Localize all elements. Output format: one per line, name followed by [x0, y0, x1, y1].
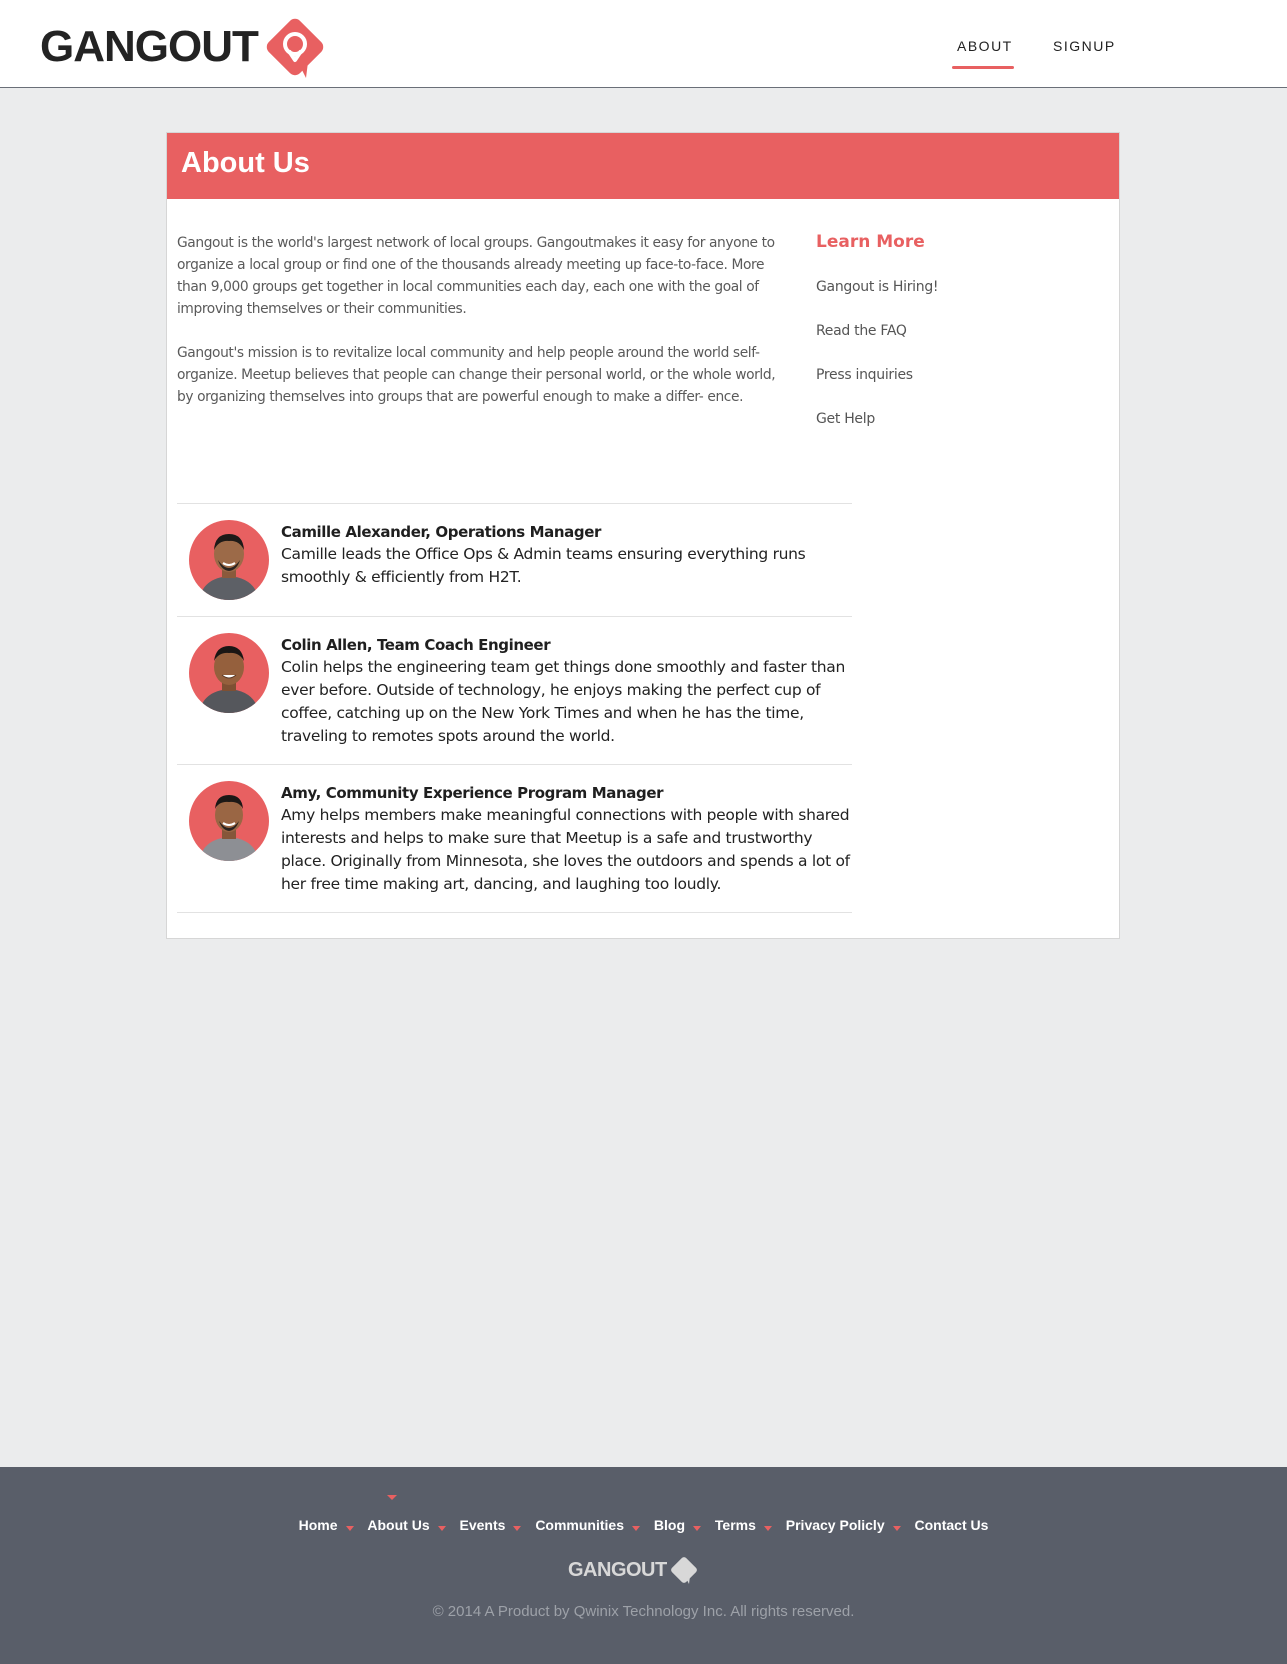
member-description: Camille leads the Office Ops & Admin tea… [281, 545, 806, 586]
person-avatar-icon [199, 646, 259, 713]
site-footer: Home About Us Events Communities Blog Te… [0, 1467, 1287, 1664]
footer-link-blog[interactable]: Blog [654, 1517, 685, 1533]
member-name: Amy, Community Experience Program Manage… [281, 784, 664, 802]
member-name: Colin Allen, Team Coach Engineer [281, 636, 551, 654]
copyright-text: © 2014 A Product by Qwinix Technology In… [432, 1603, 855, 1620]
caret-down-icon [437, 1525, 446, 1531]
caret-down-icon [632, 1525, 640, 1531]
footer-logo-text: GANGOUT [568, 1558, 667, 1581]
footer-link-communities[interactable]: Communities [535, 1517, 624, 1533]
nav-about-link[interactable]: ABOUT [957, 38, 1013, 54]
learn-more-title: Learn More [816, 232, 925, 252]
caret-down-icon [892, 1525, 901, 1531]
page-title: About Us [181, 147, 310, 179]
team-member: Camille Alexander, Operations Manager Ca… [177, 503, 852, 616]
nav-signup-link[interactable]: SIGNUP [1053, 38, 1116, 54]
member-name: Camille Alexander, Operations Manager [281, 523, 601, 541]
footer-nav: Home About Us Events Communities Blog Te… [0, 1517, 1287, 1533]
intro-text: Gangout is the world's largest network o… [177, 232, 793, 430]
footer-link-contact-us[interactable]: Contact Us [915, 1517, 989, 1533]
location-pin-icon [670, 1557, 697, 1584]
footer-link-terms[interactable]: Terms [715, 1517, 756, 1533]
member-description: Colin helps the engineering team get thi… [281, 658, 846, 745]
footer-link-home[interactable]: Home [299, 1517, 338, 1533]
active-nav-indicator [952, 66, 1014, 69]
caret-down-icon [513, 1525, 522, 1531]
site-header: GANGOUT ABOUT SIGNUP [0, 0, 1287, 88]
team-list: Camille Alexander, Operations Manager Ca… [177, 503, 852, 913]
footer-logo[interactable]: GANGOUT [568, 1555, 699, 1585]
mission-paragraph: Gangout's mission is to revitalize local… [177, 345, 776, 405]
member-description: Amy helps members make meaningful connec… [281, 806, 850, 893]
avatar [189, 633, 269, 713]
caret-down-icon [387, 1495, 397, 1500]
footer-link-privacy-policy[interactable]: Privacy Policly [786, 1517, 885, 1533]
press-inquiries-link[interactable]: Press inquiries [816, 366, 1076, 385]
about-card: About Us Gangout is the world's largest … [166, 132, 1120, 939]
footer-link-events[interactable]: Events [460, 1517, 506, 1533]
person-avatar-icon [199, 534, 259, 600]
get-help-link[interactable]: Get Help [816, 410, 1076, 429]
learn-more-section: Learn More Gangout is Hiring! Read the F… [816, 232, 1076, 454]
caret-down-icon [345, 1525, 354, 1531]
person-avatar-icon [199, 795, 259, 861]
main-nav: ABOUT SIGNUP [0, 38, 1287, 78]
footer-link-about-us[interactable]: About Us [367, 1517, 429, 1533]
avatar [189, 520, 269, 600]
faq-link[interactable]: Read the FAQ [816, 322, 1076, 341]
avatar [189, 781, 269, 861]
team-member: Colin Allen, Team Coach Engineer Colin h… [177, 616, 852, 764]
team-member: Amy, Community Experience Program Manage… [177, 764, 852, 913]
hiring-link[interactable]: Gangout is Hiring! [816, 278, 1076, 297]
about-card-header: About Us [167, 133, 1119, 199]
caret-down-icon [763, 1525, 772, 1531]
intro-paragraph: Gangout is the world's largest network o… [177, 235, 775, 317]
caret-down-icon [693, 1525, 701, 1531]
